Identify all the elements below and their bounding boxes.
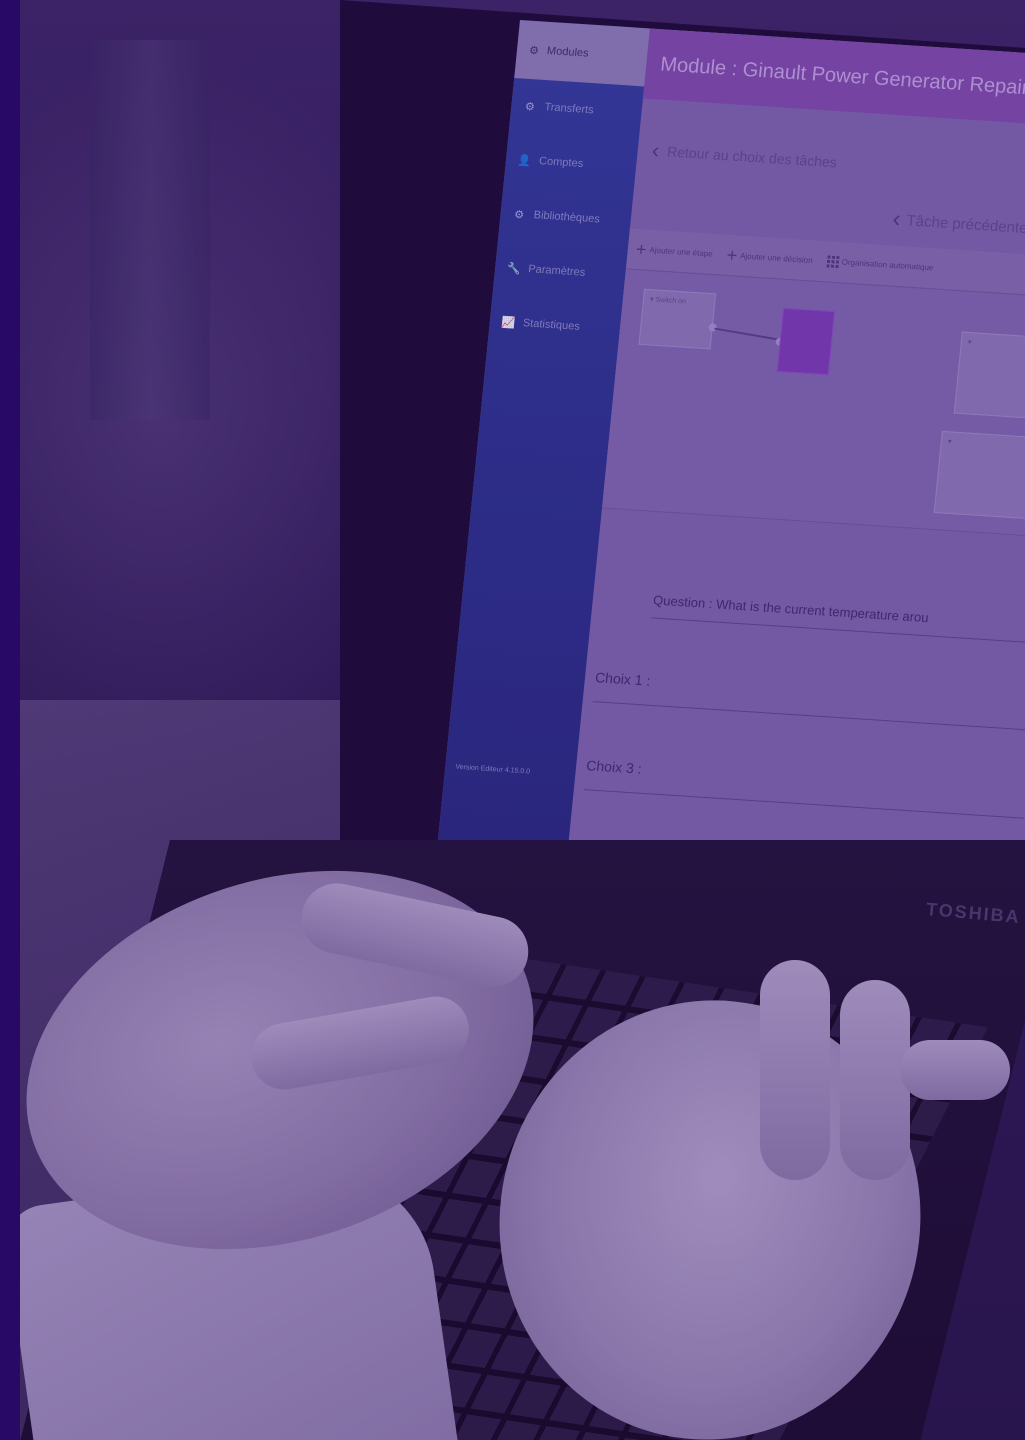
plus-icon: +	[725, 244, 739, 266]
back-link-label: Retour au choix des tâches	[666, 143, 838, 171]
chevron-down-icon: ▾	[649, 296, 654, 304]
sidebar-item-settings[interactable]: 🔧 Paramètres	[493, 240, 628, 302]
decision-node[interactable]	[776, 307, 836, 376]
sidebar-item-label: Comptes	[538, 155, 584, 171]
add-decision-label: Ajouter une décision	[739, 250, 814, 265]
question-field[interactable]: Question : What is the current temperatu…	[651, 592, 1025, 645]
add-step-button[interactable]: + Ajouter une étape	[635, 238, 714, 264]
sidebar-item-label: Statistiques	[522, 317, 581, 333]
flow-connector	[714, 327, 780, 341]
flow-canvas[interactable]: ▾ Switch on ▾ ▾	[602, 268, 1025, 539]
sidebar-item-accounts[interactable]: 👤 Comptes	[503, 132, 638, 194]
flow-node[interactable]: ▾	[953, 331, 1025, 422]
auto-layout-button[interactable]: Organisation automatique	[826, 255, 934, 274]
sidebar-item-statistics[interactable]: 📈 Statistiques	[487, 294, 622, 356]
choice-3-field[interactable]: Choix 3 :	[583, 757, 1025, 819]
flow-node-label: Switch on	[655, 296, 687, 306]
question-text: : What is the current temperature arou	[708, 595, 930, 626]
sidebar-item-label: Transferts	[543, 101, 595, 117]
choice-1-field[interactable]: Choix 1 :	[592, 669, 1025, 731]
auto-layout-label: Organisation automatique	[841, 257, 934, 273]
sidebar-item-transfers[interactable]: ⚙ Transferts	[509, 78, 644, 140]
question-label: Question	[652, 592, 707, 611]
add-decision-button[interactable]: + Ajouter une décision	[726, 244, 814, 271]
gear-icon: ⚙	[528, 44, 540, 57]
background-shelf	[90, 40, 210, 420]
grid-icon	[826, 255, 840, 269]
choice-label: Choix 3 :	[585, 757, 643, 777]
chevron-left-icon: ‹	[891, 205, 902, 233]
sidebar-item-label: Paramètres	[527, 263, 586, 279]
wrench-icon: 🔧	[506, 262, 522, 276]
previous-task-label: Tâche précédente	[905, 211, 1025, 237]
right-hand-finger	[760, 960, 830, 1180]
chevron-left-icon: ‹	[650, 137, 661, 163]
add-step-label: Ajouter une étape	[649, 244, 714, 259]
flow-node[interactable]: ▾ Switch on	[638, 288, 717, 350]
sidebar-item-label: Bibliothèques	[533, 209, 601, 226]
flow-node[interactable]: ▾	[933, 430, 1025, 522]
laptop-screen: ⚙ Modules ⚙ Transferts 👤 Comptes ⚙ Bibli…	[434, 20, 1025, 919]
gear-icon: ⚙	[524, 100, 536, 114]
right-hand-finger	[840, 980, 910, 1180]
choice-label: Choix 1 :	[594, 669, 652, 689]
version-label: Version Editeur 4.15.0.0	[455, 763, 531, 776]
chart-icon: 📈	[500, 316, 516, 330]
back-to-tasks-link[interactable]: ‹ Retour au choix des tâches	[651, 137, 1025, 193]
sidebar-item-modules[interactable]: ⚙ Modules	[514, 20, 650, 87]
chevron-down-icon: ▾	[947, 438, 952, 446]
gear-icon: ⚙	[513, 208, 525, 222]
photo-scene: ⚙ Modules ⚙ Transferts 👤 Comptes ⚙ Bibli…	[0, 0, 1025, 1440]
right-hand-thumb	[900, 1040, 1010, 1100]
previous-task-link[interactable]: ‹ Tâche précédente	[891, 205, 1025, 242]
sidebar-item-libraries[interactable]: ⚙ Bibliothèques	[498, 186, 633, 248]
sidebar-item-label: Modules	[546, 44, 590, 60]
plus-icon: +	[635, 238, 648, 260]
chevron-down-icon: ▾	[967, 339, 972, 347]
left-border	[0, 0, 20, 1440]
user-icon: 👤	[517, 154, 533, 168]
